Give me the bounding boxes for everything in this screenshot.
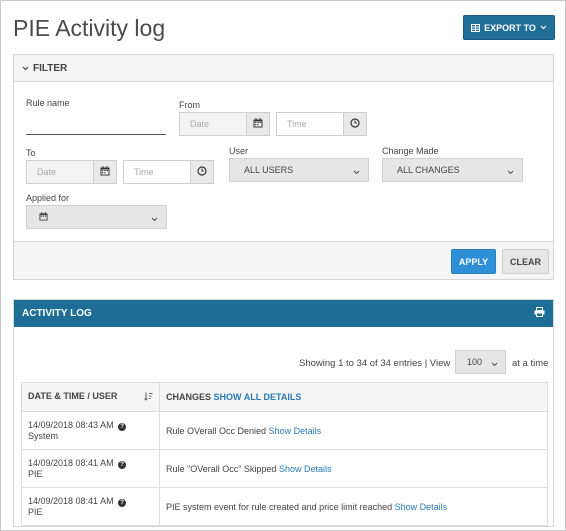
activity-log-table: DATE & TIME / USER CHANGES SHOW ALL DETA… (21, 382, 548, 526)
change-cell: PIE system event for rule created and pr… (159, 487, 548, 526)
rule-name-label: Rule name (26, 98, 70, 108)
user-label: User (229, 146, 249, 156)
to-clock-button[interactable] (190, 160, 214, 184)
clear-button[interactable]: CLEAR (502, 249, 549, 274)
show-details-link[interactable]: Show Details (395, 502, 448, 512)
table-row: 14/09/2018 08:43 AM ? System Rule OVeral… (21, 411, 548, 450)
from-date-input[interactable]: Date (179, 112, 247, 136)
entries-summary: Showing 1 to 34 of 34 entries | View (299, 358, 451, 369)
calendar-icon (100, 163, 110, 181)
from-time-input[interactable]: Time (276, 112, 344, 136)
calendar-icon (253, 115, 263, 133)
chevron-down-icon (151, 214, 158, 224)
column-header-datetime-user-label: DATE & TIME / USER (28, 391, 118, 401)
column-header-changes-label: CHANGES (166, 392, 212, 402)
from-label: From (179, 100, 200, 110)
to-time-placeholder: Time (134, 167, 154, 177)
table-row: 14/09/2018 08:41 AM ? PIE Rule "OVerall … (21, 449, 548, 488)
calendar-icon (39, 211, 48, 223)
applied-for-select[interactable] (26, 205, 167, 229)
row-datetime: 14/09/2018 08:41 AM (28, 496, 114, 506)
from-date-placeholder: Date (190, 119, 210, 129)
to-date-placeholder: Date (37, 167, 57, 177)
activity-log-title: ACTIVITY LOG (22, 308, 92, 319)
row-datetime: 14/09/2018 08:41 AM (28, 458, 114, 468)
print-icon[interactable] (534, 307, 545, 320)
to-date-input[interactable]: Date (26, 160, 94, 184)
app-frame: PIE Activity log EXPORT TO FILTER Rule n… (0, 0, 566, 531)
question-icon[interactable]: ? (118, 499, 127, 507)
user-selected-value: ALL USERS (244, 165, 294, 175)
apply-button[interactable]: APPLY (451, 249, 496, 274)
filter-header[interactable]: FILTER (14, 55, 553, 82)
row-datetime: 14/09/2018 08:43 AM (28, 420, 114, 430)
chevron-down-icon (507, 167, 514, 177)
clock-icon (350, 115, 360, 133)
datetime-user-cell: 14/09/2018 08:41 AM ? PIE (21, 449, 160, 488)
applied-for-label: Applied for (26, 193, 70, 203)
show-all-details-link[interactable]: SHOW ALL DETAILS (214, 392, 302, 402)
to-calendar-button[interactable] (93, 160, 117, 184)
change-made-label: Change Made (382, 146, 439, 156)
row-change-text: Rule "OVerall Occ" Skipped (166, 463, 277, 474)
rule-name-input[interactable] (26, 117, 166, 135)
datetime-user-cell: 14/09/2018 08:41 AM ? PIE (21, 487, 160, 526)
row-user: PIE (28, 469, 43, 479)
change-cell: Rule OVerall Occ Denied Show Details (159, 411, 548, 450)
table-row: 14/09/2018 08:41 AM ? PIE PIE system eve… (21, 487, 548, 526)
row-user: System (28, 431, 59, 441)
row-change-text: Rule OVerall Occ Denied (166, 425, 267, 436)
user-select[interactable]: ALL USERS (229, 158, 369, 182)
change-made-select[interactable]: ALL CHANGES (382, 158, 523, 182)
chevron-down-icon (353, 167, 360, 177)
page-title: PIE Activity log (13, 15, 166, 41)
from-clock-button[interactable] (343, 112, 367, 136)
question-icon[interactable]: ? (118, 423, 127, 431)
question-icon[interactable]: ? (118, 461, 127, 469)
row-change-text: PIE system event for rule created and pr… (166, 501, 393, 512)
filter-title: FILTER (33, 62, 68, 74)
show-details-link[interactable]: Show Details (269, 426, 322, 436)
column-header-changes: CHANGES SHOW ALL DETAILS (159, 382, 548, 412)
page-size-select[interactable]: 100 (455, 350, 506, 374)
show-details-link[interactable]: Show Details (279, 464, 332, 474)
filter-panel: FILTER Rule name From Date Time To Date … (13, 54, 554, 280)
change-cell: Rule "OVerall Occ" Skipped Show Details (159, 449, 548, 488)
activity-log-panel: ACTIVITY LOG Showing 1 to 34 of 34 entri… (13, 299, 554, 527)
to-label: To (26, 148, 36, 158)
datetime-user-cell: 14/09/2018 08:43 AM ? System (21, 411, 160, 450)
row-user: PIE (28, 507, 43, 517)
from-time-placeholder: Time (287, 119, 307, 129)
activity-log-header: ACTIVITY LOG (14, 300, 553, 327)
export-label: EXPORT TO (484, 22, 536, 33)
change-made-selected-value: ALL CHANGES (397, 165, 460, 175)
page-size-value: 100 (467, 357, 483, 367)
column-header-datetime-user[interactable]: DATE & TIME / USER (21, 382, 160, 412)
to-time-input[interactable]: Time (123, 160, 191, 184)
table-icon (471, 23, 481, 32)
sort-icon[interactable] (144, 392, 153, 403)
at-a-time-label: at a time (512, 358, 549, 369)
chevron-down-icon (540, 25, 547, 30)
clock-icon (197, 163, 207, 181)
from-calendar-button[interactable] (246, 112, 270, 136)
export-button[interactable]: EXPORT TO (463, 15, 555, 40)
chevron-down-icon (22, 63, 29, 74)
chevron-down-icon (491, 359, 498, 369)
